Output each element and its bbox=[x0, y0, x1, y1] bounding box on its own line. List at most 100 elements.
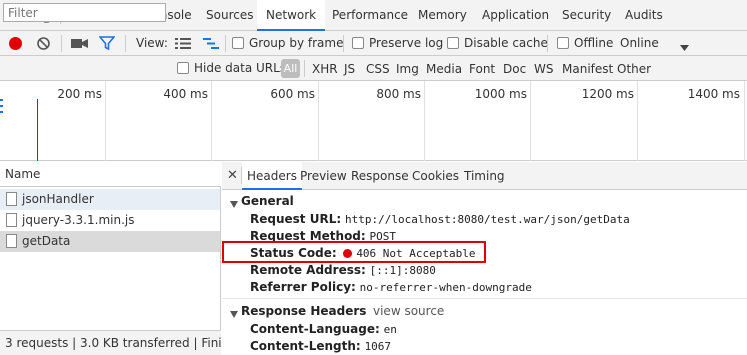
toolbar-divider bbox=[304, 60, 305, 77]
filter-type-ws[interactable]: WS bbox=[534, 62, 553, 76]
preserve-log-label: Preserve log bbox=[369, 36, 444, 50]
group-by-frame-checkbox[interactable] bbox=[232, 37, 244, 49]
summary-text: 3 requests | 3.0 KB transferred | Finis.… bbox=[5, 336, 221, 350]
name-column-header[interactable]: Name bbox=[0, 162, 221, 187]
remote-address-value: [::1]:8080 bbox=[369, 264, 436, 277]
timeline-gridline bbox=[637, 81, 638, 161]
collapse-triangle-icon[interactable] bbox=[230, 307, 238, 321]
filter-type-media[interactable]: Media bbox=[426, 62, 462, 76]
filter-type-manifest[interactable]: Manifest bbox=[562, 62, 613, 76]
hide-data-urls-checkbox[interactable] bbox=[177, 62, 189, 74]
filter-input[interactable] bbox=[3, 3, 166, 22]
request-bar bbox=[0, 99, 3, 101]
response-headers-section-title[interactable]: Response Headers bbox=[241, 304, 366, 318]
request-row-jquery[interactable]: jquery-3.3.1.min.js bbox=[0, 210, 220, 231]
timeline-tick-label: 1200 ms bbox=[581, 87, 634, 101]
tab-network[interactable]: Network bbox=[257, 0, 326, 31]
content-language-row: Content-Language: en bbox=[250, 322, 397, 336]
timeline-tick-label: 1400 ms bbox=[687, 87, 740, 101]
timeline-tick-label: 1000 ms bbox=[474, 87, 527, 101]
content-length-key: Content-Length: bbox=[250, 339, 361, 353]
remote-address-row: Remote Address: [::1]:8080 bbox=[250, 263, 436, 277]
filter-type-css[interactable]: CSS bbox=[366, 62, 390, 76]
toolbar-divider bbox=[61, 35, 62, 52]
filter-type-js[interactable]: JS bbox=[344, 62, 355, 76]
record-button[interactable] bbox=[9, 37, 22, 50]
large-rows-icon[interactable] bbox=[175, 37, 191, 53]
timeline-tick-label: 800 ms bbox=[376, 87, 421, 101]
filter-type-all[interactable]: All bbox=[281, 59, 300, 78]
load-event-marker bbox=[37, 99, 38, 161]
filter-type-xhr[interactable]: XHR bbox=[312, 62, 338, 76]
filter-type-doc[interactable]: Doc bbox=[503, 62, 526, 76]
collapse-triangle-icon[interactable] bbox=[230, 197, 238, 211]
request-bar bbox=[0, 105, 3, 107]
content-length-value: 1067 bbox=[364, 340, 392, 353]
timeline-gridline bbox=[318, 81, 319, 161]
content-length-row: Content-Length: 1067 bbox=[250, 339, 391, 353]
chevron-down-icon[interactable] bbox=[680, 40, 689, 54]
toolbar-divider bbox=[343, 35, 344, 52]
tab-application[interactable]: Application bbox=[473, 0, 558, 31]
toolbar-divider bbox=[547, 35, 548, 52]
request-bar bbox=[0, 111, 3, 113]
request-row-jsonhandler[interactable]: jsonHandler bbox=[0, 189, 220, 210]
tab-performance[interactable]: Performance bbox=[323, 0, 417, 31]
timeline-overview[interactable]: 200 ms 400 ms 600 ms 800 ms 1000 ms 1200… bbox=[0, 81, 747, 161]
offline-checkbox[interactable] bbox=[557, 37, 569, 49]
details-tab-bar: ✕ Headers Preview Response Cookies Timin… bbox=[222, 162, 747, 190]
timeline-gridline bbox=[424, 81, 425, 161]
network-summary-bar: 3 requests | 3.0 KB transferred | Finis.… bbox=[0, 330, 221, 355]
filter-type-font[interactable]: Font bbox=[469, 62, 495, 76]
request-url-row: Request URL: http://localhost:8080/test.… bbox=[250, 212, 630, 226]
timeline-gridline bbox=[744, 81, 745, 161]
tab-security[interactable]: Security bbox=[553, 0, 620, 31]
close-icon[interactable]: ✕ bbox=[227, 168, 238, 183]
request-list-pane: Name jsonHandler jquery-3.3.1.min.js get… bbox=[0, 162, 221, 355]
disable-cache-label: Disable cache bbox=[464, 36, 548, 50]
request-url-key: Request URL: bbox=[250, 212, 342, 226]
general-section-title[interactable]: General bbox=[241, 194, 294, 208]
toolbar-divider bbox=[225, 35, 226, 52]
tab-response[interactable]: Response bbox=[346, 162, 414, 190]
tab-audits[interactable]: Audits bbox=[616, 0, 672, 31]
screenshot-camera-icon[interactable] bbox=[71, 37, 89, 53]
disable-cache-checkbox[interactable] bbox=[447, 37, 459, 49]
tab-cookies[interactable]: Cookies bbox=[407, 162, 464, 190]
request-url-value: http://localhost:8080/test.war/json/getD… bbox=[344, 213, 630, 226]
waterfall-overview-icon[interactable] bbox=[203, 37, 219, 53]
offline-label: Offline bbox=[574, 36, 614, 50]
request-row-getdata[interactable]: getData bbox=[0, 231, 220, 252]
tab-memory[interactable]: Memory bbox=[409, 0, 476, 31]
preserve-log-checkbox[interactable] bbox=[352, 37, 364, 49]
throttling-select[interactable]: Online bbox=[620, 36, 659, 50]
tab-preview[interactable]: Preview bbox=[295, 162, 352, 190]
tab-headers[interactable]: Headers bbox=[242, 162, 302, 190]
section-divider bbox=[222, 298, 747, 299]
timeline-tick-label: 600 ms bbox=[270, 87, 315, 101]
file-icon bbox=[6, 234, 17, 248]
filter-funnel-icon[interactable] bbox=[98, 36, 116, 54]
request-details-pane: ✕ Headers Preview Response Cookies Timin… bbox=[222, 162, 747, 355]
content-language-value: en bbox=[383, 323, 397, 336]
clear-icon[interactable] bbox=[36, 36, 51, 54]
view-source-link[interactable]: view source bbox=[373, 304, 444, 318]
group-by-frame-label: Group by frame bbox=[249, 36, 344, 50]
toolbar-divider bbox=[125, 35, 126, 52]
filter-type-other[interactable]: Other bbox=[617, 62, 651, 76]
referrer-policy-key: Referrer Policy: bbox=[250, 280, 356, 294]
timeline-gridline bbox=[211, 81, 212, 161]
filter-type-img[interactable]: Img bbox=[396, 62, 419, 76]
tab-timing[interactable]: Timing bbox=[459, 162, 510, 190]
content-language-key: Content-Language: bbox=[250, 322, 380, 336]
tab-sources[interactable]: Sources bbox=[197, 0, 262, 31]
hide-data-urls-label: Hide data URLs bbox=[194, 61, 287, 75]
request-name: jquery-3.3.1.min.js bbox=[22, 213, 135, 227]
file-icon bbox=[6, 213, 17, 227]
remote-address-key: Remote Address: bbox=[250, 263, 366, 277]
timeline-gridline bbox=[105, 81, 106, 161]
request-name: getData bbox=[22, 234, 71, 248]
timeline-tick-label: 200 ms bbox=[57, 87, 102, 101]
file-icon bbox=[6, 192, 17, 206]
referrer-policy-row: Referrer Policy: no-referrer-when-downgr… bbox=[250, 280, 532, 294]
